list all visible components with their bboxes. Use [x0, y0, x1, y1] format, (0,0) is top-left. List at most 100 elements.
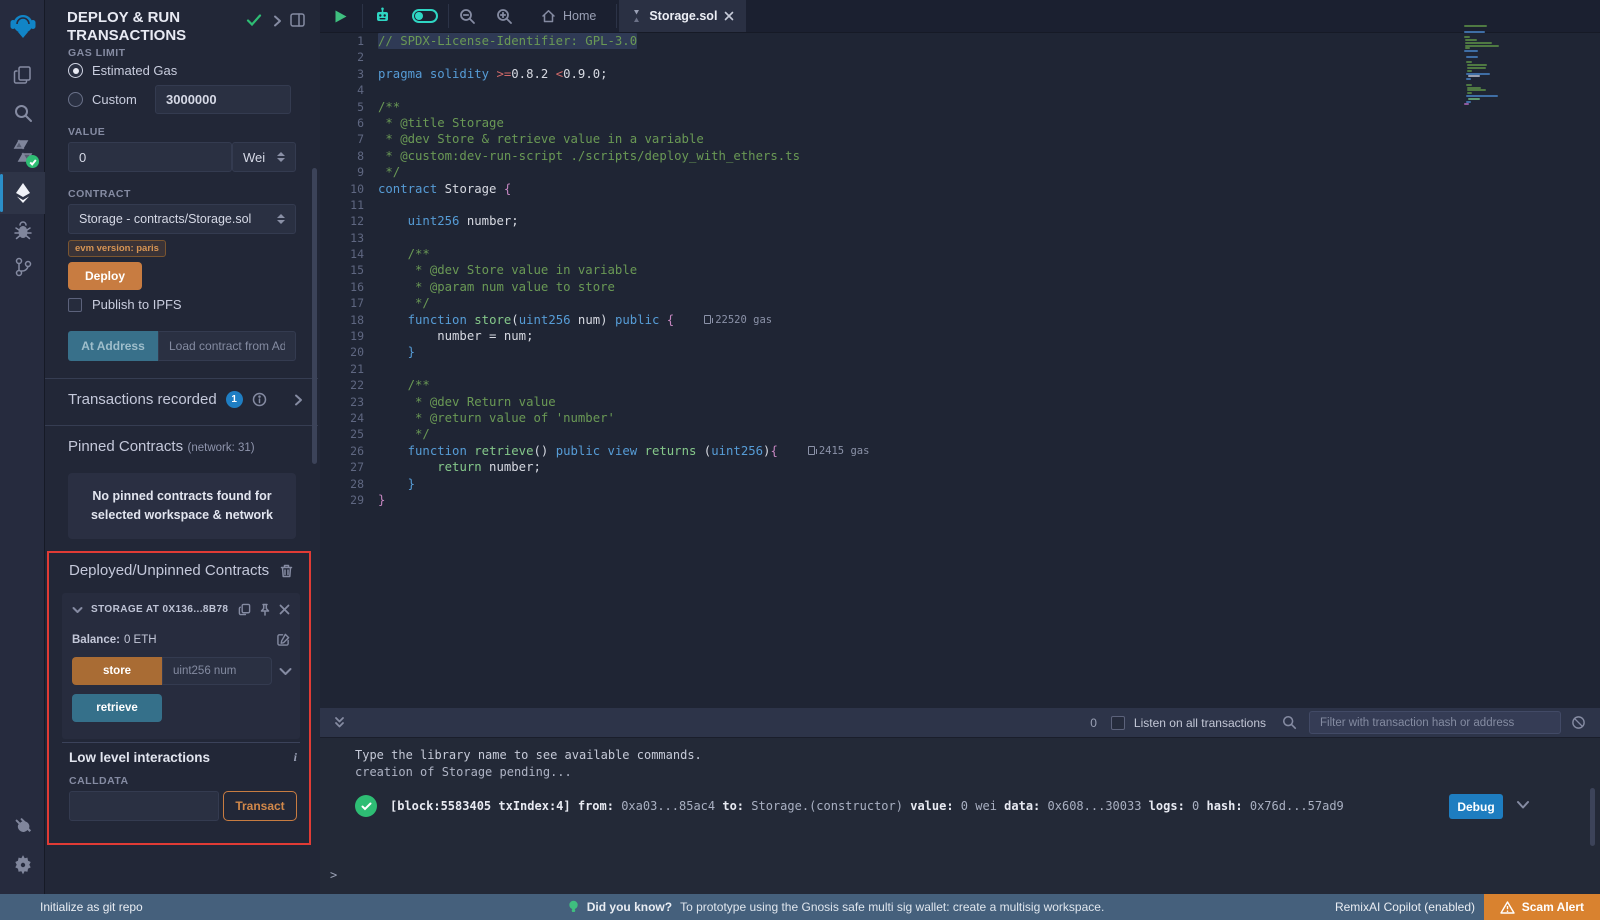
- search-terminal-icon[interactable]: [1282, 715, 1297, 730]
- trash-icon[interactable]: [280, 564, 293, 578]
- run-script-icon[interactable]: [320, 0, 362, 32]
- code-line[interactable]: 25 */: [320, 426, 1600, 442]
- code-line[interactable]: 18 function store(uint256 num) public {2…: [320, 312, 1600, 328]
- code-line[interactable]: 3pragma solidity >=0.8.2 <0.9.0;: [320, 66, 1600, 82]
- close-instance-icon[interactable]: [279, 604, 290, 615]
- contract-select[interactable]: Storage - contracts/Storage.sol: [68, 204, 296, 234]
- ai-copilot-icon[interactable]: [363, 0, 402, 32]
- collapse-chevron-icon[interactable]: [72, 606, 83, 614]
- remix-logo-icon[interactable]: [0, 6, 45, 46]
- code-line[interactable]: 7 * @dev Store & retrieve value in a var…: [320, 131, 1600, 147]
- git-icon[interactable]: [0, 248, 45, 286]
- estimated-gas-radio[interactable]: Estimated Gas: [68, 63, 177, 78]
- publish-ipfs-checkbox[interactable]: Publish to IPFS: [68, 297, 182, 312]
- expand-chevron-icon[interactable]: [293, 394, 304, 406]
- line-number: 16: [320, 279, 378, 295]
- solidity-compiler-icon[interactable]: [0, 132, 45, 170]
- code-line[interactable]: 5/**: [320, 99, 1600, 115]
- panel-layout-icon[interactable]: [290, 13, 305, 32]
- code-line[interactable]: 10contract Storage {: [320, 181, 1600, 197]
- code-line[interactable]: 13: [320, 230, 1600, 246]
- value-input[interactable]: [68, 142, 232, 172]
- code-line[interactable]: 22 /**: [320, 377, 1600, 393]
- terminal-scrollbar[interactable]: [1590, 788, 1595, 846]
- tab-storage-sol[interactable]: Storage.sol: [619, 0, 746, 32]
- search-icon[interactable]: [0, 94, 45, 132]
- code-line[interactable]: 1// SPDX-License-Identifier: GPL-3.0: [320, 33, 1600, 49]
- zoom-out-icon[interactable]: [449, 0, 486, 32]
- at-address-input[interactable]: [158, 331, 296, 361]
- minimap[interactable]: [1464, 25, 1542, 109]
- code-line[interactable]: 29}: [320, 492, 1600, 508]
- zoom-in-icon[interactable]: [486, 0, 523, 32]
- value-unit-select[interactable]: Wei: [232, 142, 296, 172]
- radio-selected-icon[interactable]: [68, 63, 83, 78]
- code-line[interactable]: 2: [320, 49, 1600, 65]
- code-line[interactable]: 24 * @return value of 'number': [320, 410, 1600, 426]
- git-init-action[interactable]: Initialize as git repo: [40, 900, 143, 914]
- code-line[interactable]: 28 }: [320, 476, 1600, 492]
- terminal-filter-input[interactable]: [1309, 711, 1561, 734]
- instance-header[interactable]: STORAGE AT 0X136...8B78: [72, 603, 290, 616]
- divider: [45, 378, 318, 379]
- copilot-toggle-icon[interactable]: [402, 0, 448, 32]
- code-line[interactable]: 23 * @dev Return value: [320, 394, 1600, 410]
- custom-gas-input[interactable]: [155, 85, 291, 114]
- close-tab-icon[interactable]: [724, 11, 734, 21]
- code-line[interactable]: 15 * @dev Store value in variable: [320, 262, 1600, 278]
- calldata-input[interactable]: [69, 791, 219, 821]
- code-line[interactable]: 11: [320, 197, 1600, 213]
- copy-icon[interactable]: [238, 603, 251, 616]
- code-line[interactable]: 20 }: [320, 344, 1600, 360]
- checkbox-icon[interactable]: [68, 298, 82, 312]
- code-line[interactable]: 9 */: [320, 164, 1600, 180]
- code-line[interactable]: 4: [320, 82, 1600, 98]
- code-line[interactable]: 8 * @custom:dev-run-script ./scripts/dep…: [320, 148, 1600, 164]
- retrieve-button[interactable]: retrieve: [72, 694, 162, 722]
- code-token: [378, 280, 408, 294]
- terminal-prompt[interactable]: >: [330, 868, 337, 882]
- deploy-run-icon[interactable]: [0, 172, 45, 214]
- code-line[interactable]: 26 function retrieve() public view retur…: [320, 443, 1600, 459]
- code-line[interactable]: 19 number = num;: [320, 328, 1600, 344]
- at-address-button[interactable]: At Address: [68, 331, 158, 361]
- debug-button[interactable]: Debug: [1449, 794, 1503, 819]
- store-button[interactable]: store: [72, 657, 162, 685]
- code-line[interactable]: 14 /**: [320, 246, 1600, 262]
- code-line[interactable]: 17 */: [320, 295, 1600, 311]
- lowlevel-info-icon[interactable]: i: [294, 750, 297, 765]
- code-token: * @title Storage: [378, 116, 504, 130]
- transaction-log-row[interactable]: [block:5583405 txIndex:4] from: 0xa03...…: [355, 795, 1475, 817]
- custom-gas-radio[interactable]: Custom: [68, 92, 137, 107]
- code-line[interactable]: 27 return number;: [320, 459, 1600, 475]
- pin-icon[interactable]: [259, 603, 271, 616]
- minimap-line: [1464, 36, 1470, 38]
- clear-console-icon[interactable]: [1571, 715, 1586, 730]
- listen-checkbox[interactable]: [1111, 716, 1125, 730]
- panel-check-icon[interactable]: [246, 13, 262, 32]
- info-icon[interactable]: [252, 392, 267, 407]
- expand-args-chevron-icon[interactable]: [279, 667, 292, 676]
- tab-home[interactable]: Home: [529, 0, 608, 32]
- store-arg-input[interactable]: [162, 657, 272, 685]
- plugin-manager-icon[interactable]: [0, 808, 45, 846]
- copilot-status[interactable]: RemixAI Copilot (enabled): [1335, 900, 1475, 914]
- panel-scrollbar[interactable]: [312, 168, 317, 464]
- settings-icon[interactable]: [0, 846, 45, 884]
- expand-tx-chevron-icon[interactable]: [1516, 800, 1530, 810]
- scam-alert-button[interactable]: Scam Alert: [1484, 894, 1600, 920]
- code-line[interactable]: 16 * @param num value to store: [320, 279, 1600, 295]
- collapse-terminal-icon[interactable]: [333, 716, 346, 729]
- radio-unselected-icon[interactable]: [68, 92, 83, 107]
- deploy-button[interactable]: Deploy: [68, 262, 142, 290]
- debugger-icon[interactable]: [0, 212, 45, 250]
- transact-button[interactable]: Transact: [223, 791, 297, 821]
- code-line[interactable]: 6 * @title Storage: [320, 115, 1600, 131]
- file-explorer-icon[interactable]: [0, 56, 45, 94]
- code-line[interactable]: 12 uint256 number;: [320, 213, 1600, 229]
- edit-icon[interactable]: [277, 633, 290, 646]
- lowlevel-title: Low level interactions: [69, 750, 210, 765]
- minimap-line: [1466, 56, 1478, 58]
- code-line[interactable]: 21: [320, 361, 1600, 377]
- panel-forward-icon[interactable]: [271, 14, 283, 32]
